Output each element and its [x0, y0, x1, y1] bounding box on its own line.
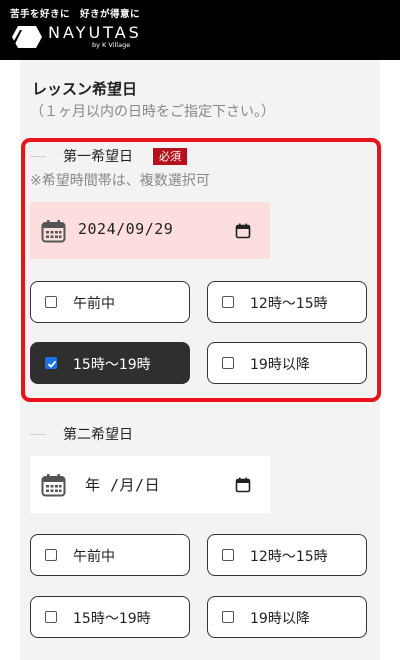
option-label: 12時〜15時: [250, 296, 328, 312]
second-choice-label: 第二希望日: [63, 427, 133, 443]
calendar-icon: [41, 474, 66, 497]
option-label: 12時〜15時: [250, 549, 328, 565]
second-option-15-19[interactable]: 15時〜19時: [30, 596, 190, 638]
checkbox[interactable]: [45, 549, 57, 561]
option-label: 19時以降: [250, 611, 310, 627]
date-picker-icon[interactable]: [235, 477, 251, 493]
required-badge: 必須: [153, 148, 187, 165]
checkbox[interactable]: [222, 296, 234, 308]
first-date-input[interactable]: 2024/09/29: [30, 202, 270, 259]
first-option-12-15[interactable]: 12時〜15時: [207, 281, 367, 323]
second-option-morning[interactable]: 午前中: [30, 534, 190, 576]
second-date-input[interactable]: 年 /月/日: [30, 456, 270, 513]
multi-select-hint: ※希望時間帯は、複数選択可: [30, 173, 210, 189]
label-dash: [30, 434, 46, 435]
checkbox[interactable]: [222, 357, 234, 369]
logo-text[interactable]: NAYUTAS: [48, 23, 142, 42]
first-option-after-19[interactable]: 19時以降: [207, 342, 367, 384]
second-option-after-19[interactable]: 19時以降: [207, 596, 367, 638]
date-picker-icon[interactable]: [235, 223, 251, 239]
hexagon-logo-icon: [10, 26, 42, 48]
first-date-value: 2024/09/29: [78, 220, 174, 238]
option-label: 15時〜19時: [73, 357, 151, 373]
option-label: 午前中: [73, 296, 115, 312]
checkbox[interactable]: [45, 357, 57, 369]
logo-subtitle: by K Village: [92, 41, 131, 49]
second-date-value: 年 /月/日: [85, 476, 161, 494]
checkbox[interactable]: [222, 611, 234, 623]
second-option-12-15[interactable]: 12時〜15時: [207, 534, 367, 576]
checkmark-icon: [47, 360, 57, 368]
first-choice-label: 第一希望日: [63, 149, 133, 165]
label-dash: [30, 156, 46, 157]
option-label: 15時〜19時: [73, 611, 151, 627]
section-title: レッスン希望日: [32, 80, 138, 98]
first-option-morning[interactable]: 午前中: [30, 281, 190, 323]
header-tagline: 苦手を好きに 好きが得意に: [10, 9, 141, 20]
checkbox[interactable]: [45, 611, 57, 623]
calendar-icon: [41, 220, 66, 243]
site-header: 苦手を好きに 好きが得意に NAYUTAS by K Village: [0, 0, 400, 60]
first-option-15-19[interactable]: 15時〜19時: [30, 342, 190, 384]
option-label: 午前中: [73, 549, 115, 565]
option-label: 19時以降: [250, 357, 310, 373]
checkbox[interactable]: [222, 549, 234, 561]
checkbox[interactable]: [45, 296, 57, 308]
section-note: （１ヶ月以内の日時をご指定下さい。）: [30, 104, 275, 120]
